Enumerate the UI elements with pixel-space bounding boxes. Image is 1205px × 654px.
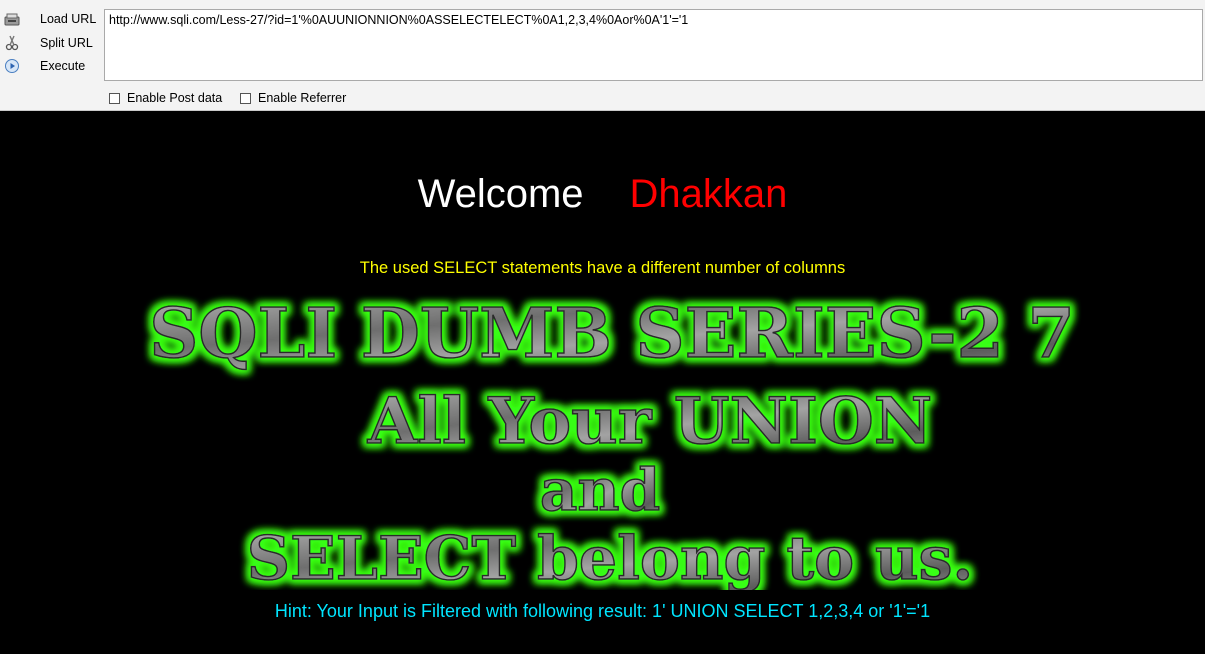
enable-post-data-label: Enable Post data bbox=[127, 91, 223, 105]
enable-post-data-checkbox[interactable]: Enable Post data bbox=[109, 90, 222, 106]
filter-hint: Hint: Your Input is Filtered with follow… bbox=[274, 601, 931, 621]
url-input[interactable] bbox=[104, 9, 1203, 81]
split-url-button[interactable]: Split URL bbox=[0, 32, 100, 54]
split-url-icon bbox=[4, 35, 20, 51]
sql-error-message: The used SELECT statements have a differ… bbox=[359, 259, 846, 277]
load-url-icon bbox=[4, 11, 20, 27]
banner-line-3: SELECT belong to us. bbox=[247, 524, 974, 590]
enable-referrer-label: Enable Referrer bbox=[258, 91, 347, 105]
user-name: Dhakkan bbox=[629, 172, 788, 216]
execute-icon bbox=[4, 58, 20, 74]
enable-referrer-checkbox[interactable]: Enable Referrer bbox=[240, 90, 346, 106]
welcome-text: Welcome bbox=[417, 172, 584, 216]
welcome-heading: Welcome Dhakkan bbox=[0, 172, 1205, 217]
banner-line-2: and bbox=[540, 456, 660, 524]
hackbar-toolbar: Load URL Split URL Execute Enable Post d… bbox=[0, 0, 1205, 111]
checkbox-box[interactable] bbox=[240, 92, 251, 104]
execute-label: Execute bbox=[40, 59, 86, 73]
sqli-banner-image: SQLI DUMB SERIES-2 7 All Your UNION and … bbox=[148, 293, 1075, 590]
split-url-label: Split URL bbox=[40, 36, 93, 50]
load-url-button[interactable]: Load URL bbox=[0, 8, 100, 30]
checkbox-box[interactable] bbox=[109, 92, 120, 104]
load-url-label: Load URL bbox=[40, 12, 97, 26]
banner-title: SQLI DUMB SERIES-2 7 bbox=[149, 294, 1075, 374]
banner-line-1: All Your UNION bbox=[367, 384, 932, 459]
execute-button[interactable]: Execute bbox=[0, 55, 100, 77]
